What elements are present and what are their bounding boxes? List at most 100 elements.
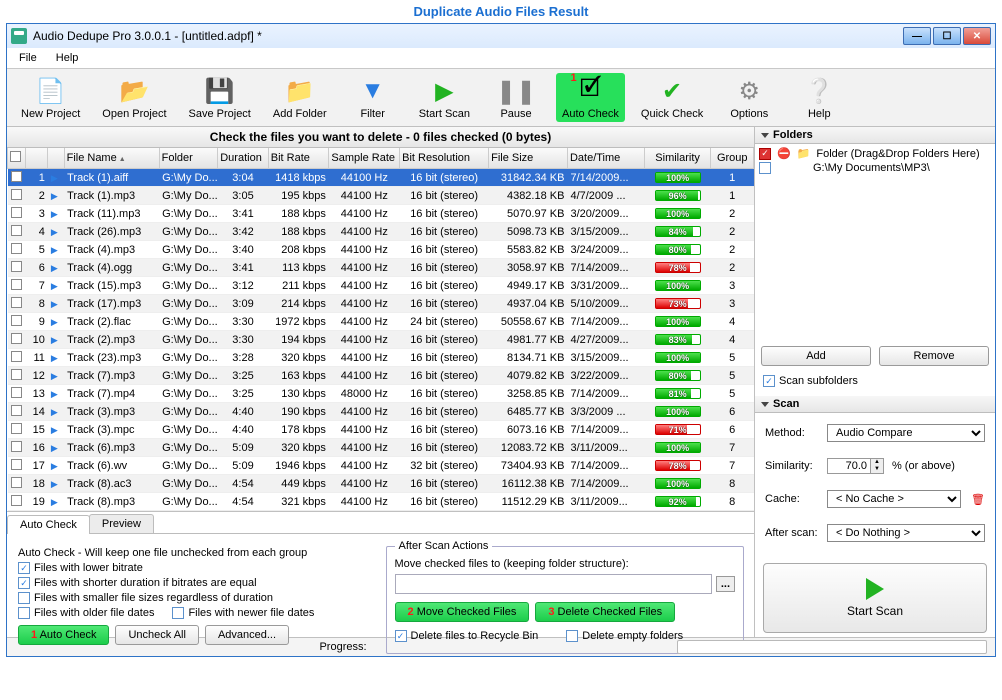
opt-newer-checkbox[interactable] bbox=[172, 607, 184, 619]
col-datetime[interactable]: Date/Time bbox=[567, 148, 644, 169]
row-checkbox[interactable] bbox=[11, 225, 22, 236]
row-checkbox[interactable] bbox=[11, 351, 22, 362]
row-checkbox[interactable] bbox=[11, 171, 22, 182]
table-row[interactable]: 2 ▶ Track (1).mp3G:\My Do...3:05 195 kbp… bbox=[8, 187, 754, 205]
row-checkbox[interactable] bbox=[11, 477, 22, 488]
row-checkbox[interactable] bbox=[11, 441, 22, 452]
table-row[interactable]: 4 ▶ Track (26).mp3G:\My Do...3:42 188 kb… bbox=[8, 223, 754, 241]
open-project-button[interactable]: 📂Open Project bbox=[96, 73, 172, 122]
move-path-input[interactable] bbox=[395, 574, 712, 594]
opt-older-checkbox[interactable] bbox=[18, 607, 30, 619]
add-folder-button[interactable]: 📁Add Folder bbox=[267, 73, 333, 122]
row-checkbox[interactable] bbox=[11, 207, 22, 218]
table-row[interactable]: 10 ▶ Track (2).mp3G:\My Do...3:30 194 kb… bbox=[8, 331, 754, 349]
pause-button[interactable]: ❚❚Pause bbox=[486, 73, 546, 122]
table-header-row[interactable]: File Name▲ Folder Duration Bit Rate Samp… bbox=[8, 148, 754, 169]
play-icon[interactable]: ▶ bbox=[51, 191, 58, 201]
row-checkbox[interactable] bbox=[11, 315, 22, 326]
folders-list[interactable]: ✓ ⛔ 📁 Folder (Drag&Drop Folders Here) G:… bbox=[755, 144, 995, 340]
auto-check-button[interactable]: 1🗹Auto Check bbox=[556, 73, 625, 122]
table-row[interactable]: 18 ▶ Track (8).ac3G:\My Do...4:54 449 kb… bbox=[8, 475, 754, 493]
quick-check-button[interactable]: ✔Quick Check bbox=[635, 73, 709, 122]
table-row[interactable]: 9 ▶ Track (2).flacG:\My Do...3:30 1972 k… bbox=[8, 313, 754, 331]
col-filename[interactable]: File Name▲ bbox=[64, 148, 159, 169]
folder-checkbox[interactable] bbox=[759, 162, 771, 174]
clear-cache-icon[interactable]: 🗑 bbox=[971, 493, 985, 506]
play-icon[interactable]: ▶ bbox=[51, 425, 58, 435]
play-icon[interactable]: ▶ bbox=[51, 335, 58, 345]
row-checkbox[interactable] bbox=[11, 189, 22, 200]
folders-header[interactable]: Folders bbox=[755, 127, 995, 144]
table-row[interactable]: 12 ▶ Track (7).mp3G:\My Do...3:25 163 kb… bbox=[8, 367, 754, 385]
folder-checkbox[interactable]: ✓ bbox=[759, 148, 771, 160]
table-row[interactable]: 8 ▶ Track (17).mp3G:\My Do...3:09 214 kb… bbox=[8, 295, 754, 313]
play-icon[interactable]: ▶ bbox=[51, 173, 58, 183]
new-project-button[interactable]: 📄New Project bbox=[15, 73, 86, 122]
options-button[interactable]: ⚙Options bbox=[719, 73, 779, 122]
table-row[interactable]: 14 ▶ Track (3).mp3G:\My Do...4:40 190 kb… bbox=[8, 403, 754, 421]
start-scan-side-button[interactable]: Start Scan bbox=[763, 563, 987, 633]
table-row[interactable]: 7 ▶ Track (15).mp3G:\My Do...3:12 211 kb… bbox=[8, 277, 754, 295]
table-row[interactable]: 15 ▶ Track (3).mpcG:\My Do...4:40 178 kb… bbox=[8, 421, 754, 439]
row-checkbox[interactable] bbox=[11, 423, 22, 434]
menu-help[interactable]: Help bbox=[48, 50, 87, 66]
add-folder-side-button[interactable]: Add bbox=[761, 346, 871, 366]
delete-files-button[interactable]: 3 Delete Checked Files bbox=[535, 602, 675, 622]
play-icon[interactable]: ▶ bbox=[51, 353, 58, 363]
folder-list-item[interactable]: ✓ ⛔ 📁 Folder (Drag&Drop Folders Here) bbox=[759, 146, 991, 161]
move-files-button[interactable]: 2 Move Checked Files bbox=[395, 602, 530, 622]
row-checkbox[interactable] bbox=[11, 459, 22, 470]
play-icon[interactable]: ▶ bbox=[51, 263, 58, 273]
col-num[interactable] bbox=[26, 148, 48, 169]
table-row[interactable]: 5 ▶ Track (4).mp3G:\My Do...3:40 208 kbp… bbox=[8, 241, 754, 259]
minimize-button[interactable]: — bbox=[903, 27, 931, 45]
col-bitres[interactable]: Bit Resolution bbox=[400, 148, 489, 169]
col-samplerate[interactable]: Sample Rate bbox=[329, 148, 400, 169]
filter-button[interactable]: ▼Filter bbox=[343, 73, 403, 122]
col-filesize[interactable]: File Size bbox=[489, 148, 568, 169]
row-checkbox[interactable] bbox=[11, 279, 22, 290]
maximize-button[interactable]: ☐ bbox=[933, 27, 961, 45]
results-table[interactable]: File Name▲ Folder Duration Bit Rate Samp… bbox=[7, 148, 754, 512]
row-checkbox[interactable] bbox=[11, 243, 22, 254]
table-row[interactable]: 1 ▶ Track (1).aiffG:\My Do...3:04 1418 k… bbox=[8, 169, 754, 187]
table-row[interactable]: 6 ▶ Track (4).oggG:\My Do...3:41 113 kbp… bbox=[8, 259, 754, 277]
similarity-spinner[interactable]: ▲▼ bbox=[827, 458, 884, 474]
auto-check-exec-button[interactable]: 1 Auto Check bbox=[18, 625, 109, 645]
scan-subfolders-checkbox[interactable]: ✓ bbox=[763, 375, 775, 387]
recycle-checkbox[interactable]: ✓ bbox=[395, 630, 407, 642]
scan-header[interactable]: Scan bbox=[755, 396, 995, 413]
col-check[interactable] bbox=[8, 148, 26, 169]
col-duration[interactable]: Duration bbox=[218, 148, 269, 169]
table-row[interactable]: 16 ▶ Track (6).mp3G:\My Do...5:09 320 kb… bbox=[8, 439, 754, 457]
table-row[interactable]: 3 ▶ Track (11).mp3G:\My Do...3:41 188 kb… bbox=[8, 205, 754, 223]
play-icon[interactable]: ▶ bbox=[51, 317, 58, 327]
folder-list-item[interactable]: G:\My Documents\MP3\ bbox=[759, 161, 991, 175]
row-checkbox[interactable] bbox=[11, 261, 22, 272]
method-select[interactable]: Audio Compare bbox=[827, 424, 985, 442]
table-row[interactable]: 11 ▶ Track (23).mp3G:\My Do...3:28 320 k… bbox=[8, 349, 754, 367]
start-scan-button[interactable]: ▶Start Scan bbox=[413, 73, 476, 122]
col-similarity[interactable]: Similarity bbox=[644, 148, 711, 169]
opt-bitrate-checkbox[interactable]: ✓ bbox=[18, 562, 30, 574]
col-play[interactable] bbox=[48, 148, 64, 169]
play-icon[interactable]: ▶ bbox=[51, 281, 58, 291]
table-row[interactable]: 19 ▶ Track (8).mp3G:\My Do...4:54 321 kb… bbox=[8, 493, 754, 511]
play-icon[interactable]: ▶ bbox=[51, 461, 58, 471]
play-icon[interactable]: ▶ bbox=[51, 407, 58, 417]
menu-file[interactable]: File bbox=[11, 50, 45, 66]
browse-button[interactable]: ... bbox=[716, 576, 735, 592]
table-row[interactable]: 17 ▶ Track (6).wvG:\My Do...5:09 1946 kb… bbox=[8, 457, 754, 475]
opt-duration-checkbox[interactable]: ✓ bbox=[18, 577, 30, 589]
remove-folder-button[interactable]: Remove bbox=[879, 346, 989, 366]
opt-size-checkbox[interactable] bbox=[18, 592, 30, 604]
row-checkbox[interactable] bbox=[11, 495, 22, 506]
empty-folders-checkbox[interactable] bbox=[566, 630, 578, 642]
play-icon[interactable]: ▶ bbox=[51, 443, 58, 453]
uncheck-all-button[interactable]: Uncheck All bbox=[115, 625, 198, 645]
play-icon[interactable]: ▶ bbox=[51, 209, 58, 219]
tab-preview[interactable]: Preview bbox=[89, 514, 154, 533]
row-checkbox[interactable] bbox=[11, 297, 22, 308]
row-checkbox[interactable] bbox=[11, 333, 22, 344]
row-checkbox[interactable] bbox=[11, 405, 22, 416]
